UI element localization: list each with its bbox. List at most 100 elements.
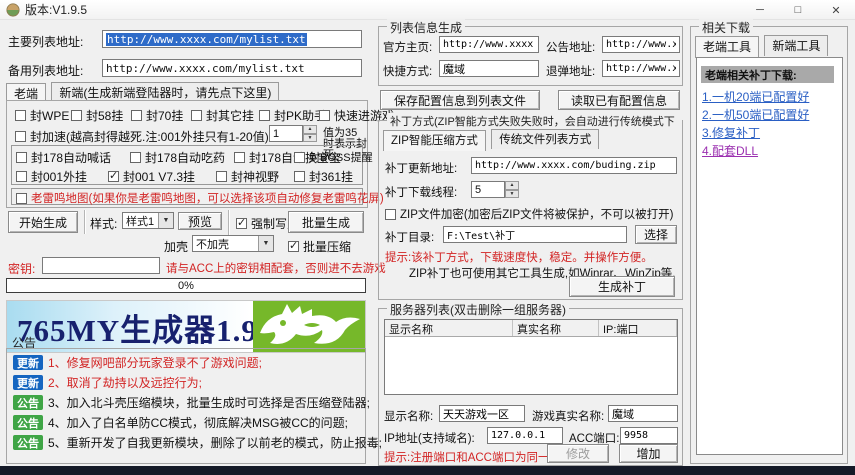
right-column: 相关下载 老端工具 新端工具 老端相关补丁下载: 1.一机20端已配置好 2.一… — [690, 20, 849, 466]
cb-god-view[interactable]: 封神视野 — [216, 168, 279, 185]
display-name-input[interactable] — [439, 405, 525, 422]
style-label: 样式: — [90, 215, 117, 232]
cb-zip-encrypt[interactable]: ZIP文件加密(加密后ZIP文件将被保护，不可以被打开) — [385, 206, 673, 222]
pack-select[interactable]: 不加壳 ▼ — [192, 235, 274, 252]
cb-batch-compress[interactable]: 批量压缩 — [288, 238, 351, 255]
announcement-row: 公告 4、加入了白名单防CC模式，彻底解决MSG被CC的问题; — [13, 414, 348, 431]
cb-001[interactable]: 封001外挂 — [16, 168, 87, 185]
update-badge: 更新 — [13, 375, 43, 390]
col-display-name[interactable]: 显示名称 — [385, 320, 513, 336]
checkbox-icon — [15, 131, 26, 142]
cb-label: 批量压缩 — [303, 238, 351, 255]
cb-leiming-map[interactable]: 老雷鸣地图(如果你是老雷鸣地图，可以选择该项自动修复老雷鸣花屏) — [16, 190, 384, 206]
patch-url-input[interactable] — [471, 157, 677, 174]
cb-boss-alert[interactable]: 封BOSS提醒 — [294, 149, 373, 165]
chevron-down-icon[interactable]: ▼ — [158, 213, 173, 228]
backup-list-input[interactable]: http://www.xxxx.com/mylist.txt — [102, 59, 362, 77]
chevron-down-icon[interactable]: ▼ — [258, 236, 273, 251]
generate-patch-button[interactable]: 生成补丁 — [569, 276, 675, 297]
tab-zip-mode[interactable]: ZIP智能压缩方式 — [383, 130, 486, 151]
acc-port-input[interactable] — [620, 427, 678, 444]
spin-up-icon[interactable]: ▲ — [303, 125, 317, 134]
key-input[interactable] — [42, 257, 160, 274]
tab-legacy-mode[interactable]: 传统文件列表方式 — [491, 129, 599, 149]
real-name-input[interactable] — [608, 405, 678, 422]
announcement-row: 公告 5、重新开发了自我更新模块，删除了以前老的模式，防止报毒; — [13, 434, 382, 451]
choose-dir-button[interactable]: 选择 — [635, 225, 677, 244]
dragon-logo-box — [253, 301, 365, 352]
speed-value: 1 — [269, 125, 303, 142]
cb-wpe[interactable]: 封WPE — [15, 107, 69, 124]
read-config-button[interactable]: 读取已有配置信息 — [558, 90, 680, 110]
download-link-1[interactable]: 1.一机20端已配置好 — [702, 88, 809, 105]
cb-178-shout[interactable]: 封178自动喊话 — [16, 149, 111, 166]
checkbox-icon — [130, 152, 141, 163]
cb-pk-helper[interactable]: 封PK助手 — [259, 107, 326, 124]
spin-down-icon[interactable]: ▼ — [303, 134, 317, 143]
ip-input[interactable] — [487, 427, 563, 444]
middle-column: 列表信息生成 官方主页: 公告地址: 快捷方式: 退弹地址: 保存配置信息到列表… — [378, 20, 684, 466]
patch-mode-group: 补丁方式(ZIP智能方式失败失败时，会自动进行传统模式下载) ZIP智能压缩方式… — [378, 120, 683, 300]
save-config-button[interactable]: 保存配置信息到列表文件 — [380, 90, 540, 110]
start-generate-button[interactable]: 开始生成 — [8, 211, 78, 233]
cb-label: 封WPE — [30, 107, 69, 124]
cb-178-potion[interactable]: 封178自动吃药 — [130, 149, 225, 166]
cb-361[interactable]: 封361挂 — [294, 168, 353, 185]
maximize-button[interactable]: □ — [779, 0, 817, 20]
dragon-icon — [253, 301, 365, 353]
cb-label: 封178自动吃药 — [145, 149, 225, 166]
server-table[interactable]: 显示名称 真实名称 IP:端口 — [384, 319, 678, 395]
download-link-2[interactable]: 2.一机50端已配置好 — [702, 106, 809, 123]
shortcut-input[interactable] — [439, 60, 539, 77]
speed-value-spinner[interactable]: 1 ▲▼ — [269, 125, 317, 142]
cb-label: ZIP文件加密(加密后ZIP文件将被保护，不可以被打开) — [400, 206, 673, 222]
cb-label: 封BOSS提醒 — [309, 149, 373, 165]
bounce-addr-input[interactable] — [602, 60, 680, 77]
col-ip-port[interactable]: IP:端口 — [599, 320, 677, 336]
spin-down-icon[interactable]: ▼ — [505, 190, 519, 199]
announcement-text: 2、取消了劫持以及远控行为; — [48, 374, 202, 391]
spin-up-icon[interactable]: ▲ — [505, 181, 519, 190]
minimize-button[interactable]: ─ — [741, 0, 779, 20]
add-server-button[interactable]: 增加 — [619, 444, 678, 463]
official-home-label: 官方主页: — [383, 39, 432, 55]
patch-dir-label: 补丁目录: — [385, 229, 434, 245]
cb-speed[interactable]: 封加速(越高封得越死.注:001外挂只有1-20值) — [15, 128, 269, 145]
tab-new-tools[interactable]: 新端工具 — [764, 35, 828, 56]
patch-threads-spinner[interactable]: 5 ▲▼ — [471, 181, 519, 198]
checkbox-checked-icon — [236, 218, 247, 229]
primary-list-input[interactable]: http://www.xxxx.com/mylist.txt — [102, 30, 362, 48]
checkbox-icon — [234, 152, 245, 163]
checkbox-icon — [16, 193, 27, 204]
style-select[interactable]: 样式1 ▼ — [122, 212, 174, 229]
taskbar-strip — [0, 466, 855, 475]
preview-button[interactable]: 预览 — [178, 212, 222, 230]
checkbox-icon — [319, 110, 330, 121]
key-hint: 请与ACC上的密钥相配套，否则进不去游戏 — [166, 260, 386, 276]
display-name-label: 显示名称: — [384, 408, 433, 424]
download-link-4[interactable]: 4.配套DLL — [702, 142, 758, 159]
cb-other[interactable]: 封其它挂 — [191, 107, 254, 124]
cb-001-v73[interactable]: 封001 V7.3挂 — [108, 168, 195, 185]
modify-server-button[interactable]: 修改 — [547, 444, 609, 463]
notice-addr-label: 公告地址: — [546, 39, 595, 55]
server-list-group: 服务器列表(双击删除一组服务器) 显示名称 真实名称 IP:端口 显示名称: 游… — [378, 308, 683, 466]
patch-tip-red: 提示:该补丁方式，下载速度快，稳定。并操作方便。 — [385, 249, 653, 265]
close-button[interactable]: ✕ — [817, 0, 855, 20]
notice-addr-input[interactable] — [602, 36, 680, 53]
ip-label: IP地址(支持域名): — [384, 430, 475, 446]
spinner-arrows[interactable]: ▲▼ — [505, 181, 519, 198]
cb-58[interactable]: 封58挂 — [71, 107, 123, 124]
col-real-name[interactable]: 真实名称 — [513, 320, 599, 336]
spinner-arrows[interactable]: ▲▼ — [303, 125, 317, 142]
app-icon — [6, 3, 20, 17]
announcement-text: 5、重新开发了自我更新模块，删除了以前老的模式，防止报毒; — [48, 434, 382, 451]
cb-label: 老雷鸣地图(如果你是老雷鸣地图，可以选择该项自动修复老雷鸣花屏) — [31, 190, 384, 206]
patch-dir-input[interactable] — [443, 226, 627, 243]
tab-old-tools[interactable]: 老端工具 — [695, 36, 759, 58]
group-legend: 相关下载 — [699, 19, 753, 36]
cb-70[interactable]: 封70挂 — [131, 107, 183, 124]
official-home-input[interactable] — [439, 36, 539, 53]
download-link-3[interactable]: 3.修复补丁 — [702, 124, 760, 141]
batch-generate-button[interactable]: 批量生成 — [288, 211, 364, 233]
